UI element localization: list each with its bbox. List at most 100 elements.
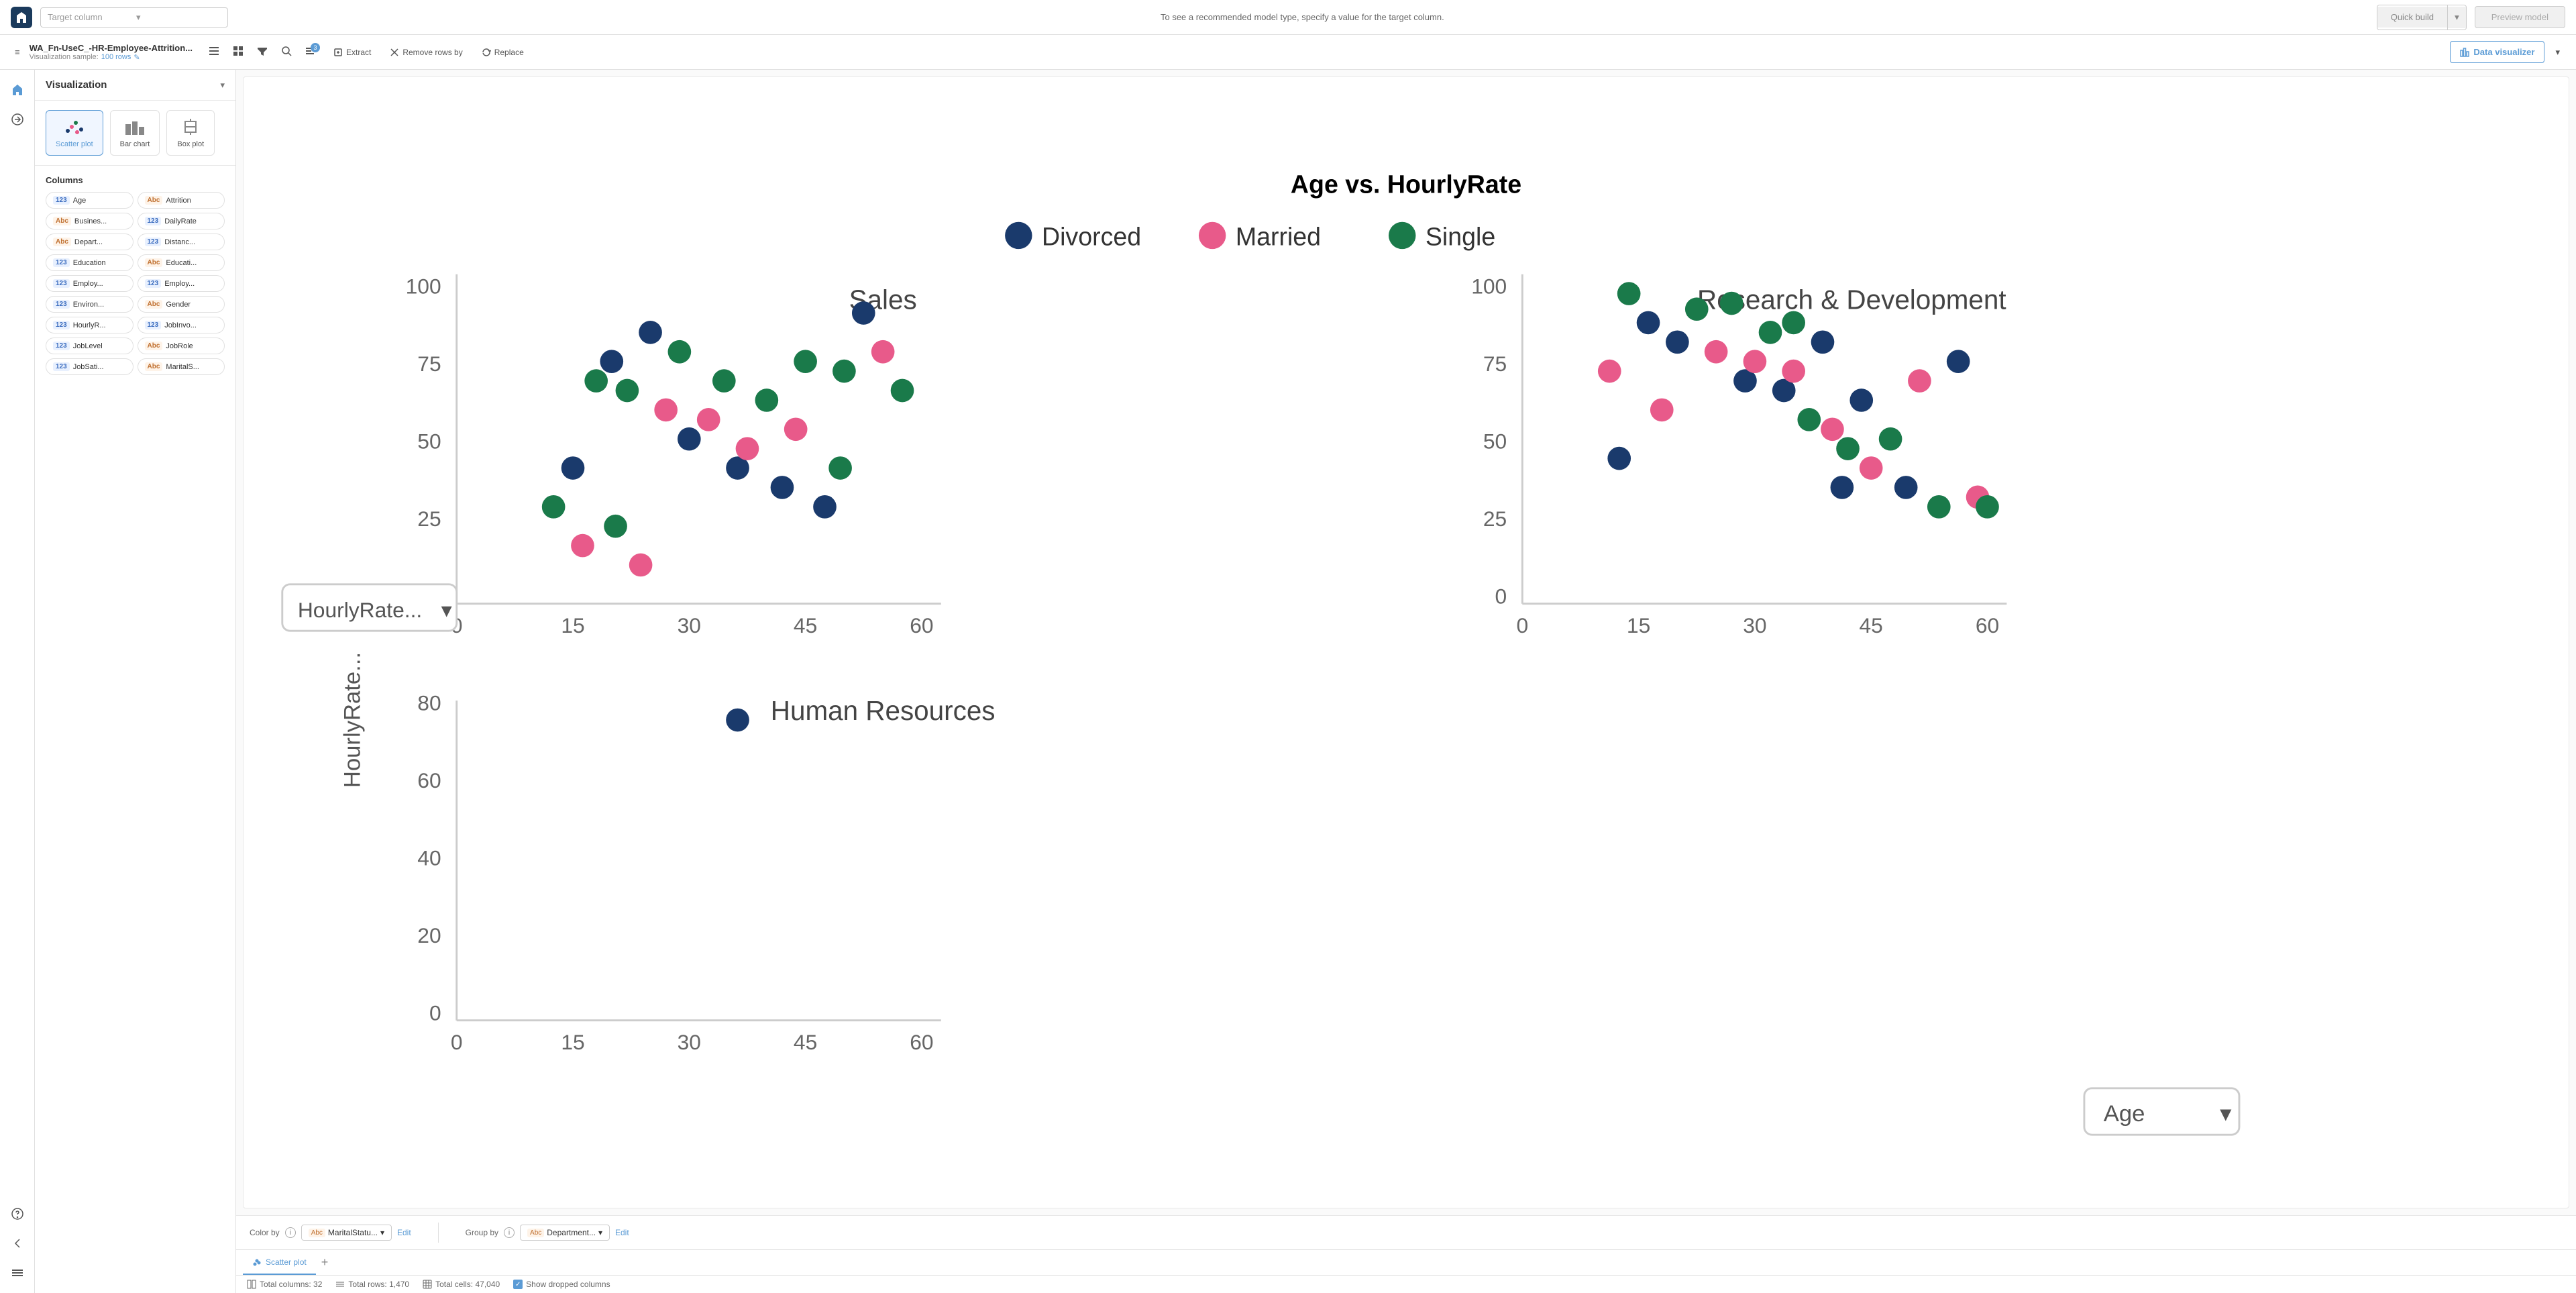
- search-icon[interactable]: [276, 42, 297, 62]
- legend-single-label: Single: [1426, 222, 1495, 250]
- svg-text:100: 100: [1471, 274, 1507, 299]
- color-by-info-icon[interactable]: i: [285, 1227, 296, 1238]
- legend-married-dot: [1199, 222, 1226, 249]
- column-chip-environ---[interactable]: 123Environ...: [46, 296, 133, 313]
- data-visualizer-button[interactable]: Data visualizer: [2450, 41, 2544, 63]
- columns-section: Columns 123AgeAbcAttritionAbcBusines...1…: [35, 166, 235, 384]
- group-by-edit-button[interactable]: Edit: [615, 1228, 629, 1237]
- column-chip-jobrole[interactable]: AbcJobRole: [138, 338, 225, 354]
- column-chip-employ---[interactable]: 123Employ...: [138, 275, 225, 292]
- data-visualizer-label: Data visualizer: [2473, 47, 2534, 57]
- status-columns: Total columns: 32: [247, 1280, 322, 1289]
- extract-label: Extract: [346, 48, 371, 57]
- nav-data-icon[interactable]: [5, 107, 30, 132]
- chip-label: JobSati...: [73, 363, 104, 371]
- chip-label: JobInvo...: [164, 321, 197, 329]
- column-chip-age[interactable]: 123Age: [46, 192, 133, 209]
- collapse-button[interactable]: ▾: [2550, 43, 2565, 62]
- target-column-select[interactable]: Target column ▾: [40, 7, 228, 28]
- preview-model-button[interactable]: Preview model: [2475, 6, 2565, 28]
- sample-rows-link[interactable]: 100 rows: [101, 53, 131, 61]
- column-chip-hourlyr---[interactable]: 123HourlyR...: [46, 317, 133, 333]
- research-label: Research & Development: [1697, 285, 2006, 315]
- research-chart: 0 25 50 75 100 0 15 30 45 60: [1471, 274, 2006, 637]
- box-plot-label: Box plot: [177, 140, 204, 148]
- vis-sample-label: Visualization sample:: [30, 53, 99, 61]
- column-chip-employ---[interactable]: 123Employ...: [46, 275, 133, 292]
- column-chip-dailyrate[interactable]: 123DailyRate: [138, 213, 225, 229]
- show-dropped-checkbox[interactable]: [513, 1280, 523, 1289]
- column-chip-distanc---[interactable]: 123Distanc...: [138, 234, 225, 250]
- viz-type-bar[interactable]: Bar chart: [110, 110, 160, 156]
- column-chip-jobsati---[interactable]: 123JobSati...: [46, 358, 133, 375]
- svg-text:0: 0: [429, 1001, 441, 1025]
- chip-type-badge: 123: [53, 279, 70, 288]
- column-chip-educati---[interactable]: AbcEducati...: [138, 254, 225, 271]
- chip-type-badge: 123: [53, 362, 70, 371]
- color-by-group: Color by i Abc MaritalStatu... ▾ Edit: [250, 1225, 411, 1241]
- panel-collapse-icon[interactable]: ▾: [220, 80, 225, 91]
- tab-scatter-plot[interactable]: Scatter plot: [243, 1250, 316, 1275]
- panel-toggle-icon[interactable]: ≡: [11, 44, 24, 60]
- second-bar: ≡ WA_Fn-UseC_-HR-Employee-Attrition... V…: [0, 35, 2576, 70]
- legend-married-label: Married: [1236, 222, 1321, 250]
- group-by-dropdown-arrow: ▾: [598, 1228, 602, 1237]
- svg-text:25: 25: [417, 507, 441, 531]
- column-chip-depart---[interactable]: AbcDepart...: [46, 234, 133, 250]
- color-by-edit-button[interactable]: Edit: [397, 1228, 411, 1237]
- add-tab-button[interactable]: +: [316, 1255, 334, 1270]
- badge-icon[interactable]: 3: [300, 42, 321, 62]
- scatter-container: Age vs. HourlyRate Divorced Married Sing…: [236, 70, 2576, 1215]
- column-chip-joblevel[interactable]: 123JobLevel: [46, 338, 133, 354]
- chip-type-badge: 123: [53, 321, 70, 329]
- column-chip-maritals---[interactable]: AbcMaritalS...: [138, 358, 225, 375]
- svg-text:15: 15: [561, 1030, 584, 1054]
- svg-text:80: 80: [417, 691, 441, 715]
- chip-type-badge: Abc: [145, 258, 163, 267]
- chip-type-badge: 123: [145, 238, 162, 246]
- chip-type-badge: 123: [53, 300, 70, 309]
- remove-rows-button[interactable]: Remove rows by: [383, 44, 469, 61]
- svg-text:45: 45: [794, 613, 817, 637]
- svg-text:60: 60: [417, 768, 441, 792]
- svg-text:50: 50: [417, 429, 441, 454]
- extract-button[interactable]: Extract: [327, 44, 378, 61]
- age-selector-label: Age: [2104, 1101, 2145, 1127]
- nav-help-icon[interactable]: [5, 1202, 30, 1226]
- chip-label: JobLevel: [73, 342, 103, 350]
- nav-menu-icon[interactable]: [5, 1261, 30, 1285]
- column-chip-jobinvo---[interactable]: 123JobInvo...: [138, 317, 225, 333]
- quick-build-button[interactable]: Quick build: [2377, 7, 2447, 28]
- edit-sample-icon[interactable]: ✎: [133, 53, 140, 62]
- chip-label: Environ...: [73, 301, 104, 309]
- viz-type-box[interactable]: Box plot: [166, 110, 215, 156]
- list-view-icon[interactable]: [203, 42, 225, 62]
- tabs-bar: Scatter plot +: [236, 1249, 2576, 1275]
- column-chip-busines---[interactable]: AbcBusines...: [46, 213, 133, 229]
- color-by-dropdown[interactable]: Abc MaritalStatu... ▾: [301, 1225, 392, 1241]
- svg-text:0: 0: [451, 1030, 463, 1054]
- grid-view-icon[interactable]: [227, 42, 249, 62]
- chip-type-badge: Abc: [145, 362, 163, 371]
- panel-header: Visualization ▾: [35, 70, 235, 101]
- filter-icon[interactable]: [252, 42, 273, 62]
- bottom-controls: Color by i Abc MaritalStatu... ▾ Edit Gr…: [236, 1215, 2576, 1249]
- column-chip-attrition[interactable]: AbcAttrition: [138, 192, 225, 209]
- chip-label: Depart...: [74, 238, 103, 246]
- viz-type-scatter[interactable]: Scatter plot: [46, 110, 103, 156]
- svg-text:25: 25: [1483, 507, 1507, 531]
- svg-text:60: 60: [910, 1030, 933, 1054]
- svg-text:45: 45: [1860, 613, 1883, 637]
- chip-label: Education: [73, 259, 106, 267]
- legend-divorced-label: Divorced: [1042, 222, 1141, 250]
- column-chip-gender[interactable]: AbcGender: [138, 296, 225, 313]
- nav-home-icon[interactable]: [5, 78, 30, 102]
- color-by-type-badge: Abc: [309, 1229, 325, 1237]
- main-content: Age vs. HourlyRate Divorced Married Sing…: [236, 70, 2576, 1293]
- replace-button[interactable]: Replace: [475, 44, 531, 61]
- nav-back-icon[interactable]: [5, 1231, 30, 1255]
- group-by-dropdown[interactable]: Abc Department... ▾: [520, 1225, 610, 1241]
- group-by-info-icon[interactable]: i: [504, 1227, 515, 1238]
- column-chip-education[interactable]: 123Education: [46, 254, 133, 271]
- quick-build-dropdown-button[interactable]: ▾: [2448, 7, 2466, 28]
